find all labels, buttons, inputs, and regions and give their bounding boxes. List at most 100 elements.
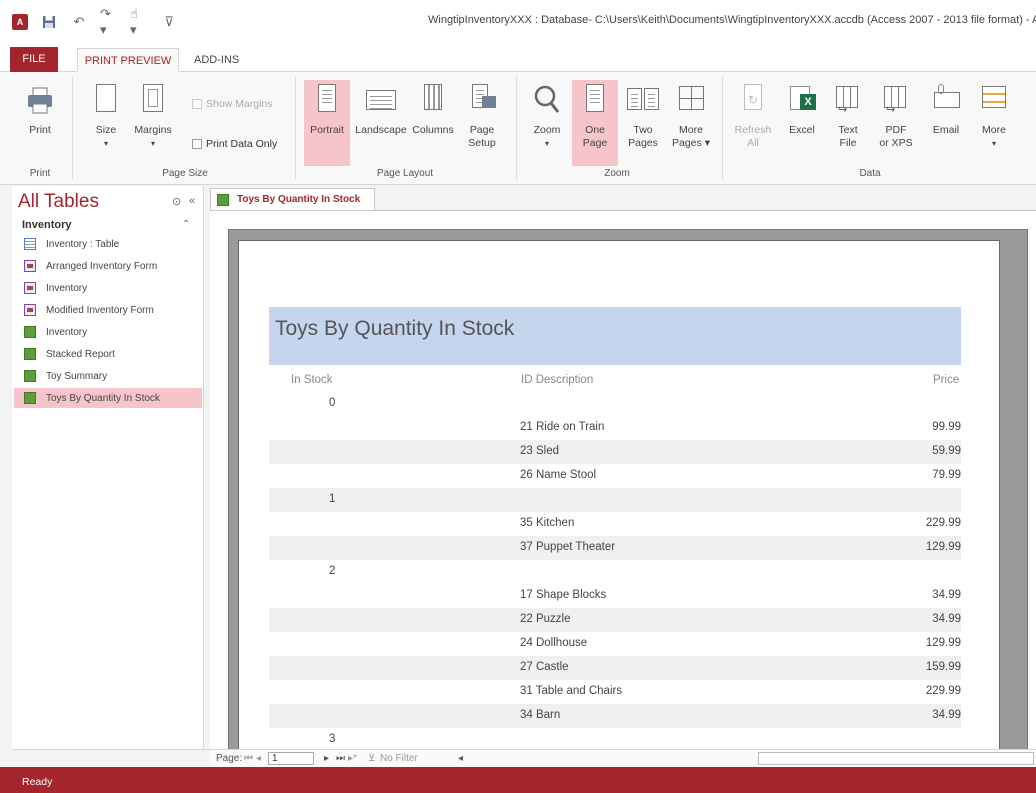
report-row: 37 Puppet Theater 129.99	[269, 536, 961, 560]
page-setup-button[interactable]: Page Setup	[460, 82, 504, 150]
one-page-icon	[581, 82, 609, 116]
column-header-id-description: ID Description	[521, 374, 594, 386]
landscape-icon	[364, 82, 398, 116]
page-size-icon	[92, 82, 120, 116]
nav-menu-icon[interactable]: ⊙	[172, 195, 181, 208]
tab-add-ins[interactable]: ADD-INS	[184, 48, 249, 72]
report-title: Toys By Quantity In Stock	[269, 307, 961, 365]
export-pdf-button[interactable]: ↪ PDF or XPS	[872, 82, 920, 150]
nav-pane-title[interactable]: All Tables	[18, 191, 99, 213]
divider	[722, 76, 723, 180]
column-header-in-stock: In Stock	[291, 374, 333, 386]
previous-page-icon[interactable]: ◂	[256, 753, 261, 764]
touch-mode-icon[interactable]: ☝ ▾	[130, 6, 148, 37]
nav-item-stacked-report[interactable]: Stacked Report	[14, 344, 202, 364]
scroll-left-icon[interactable]: ◂	[458, 753, 463, 764]
nav-item-inventory-form[interactable]: Inventory	[14, 278, 202, 298]
margins-icon	[139, 82, 167, 116]
more-export-button[interactable]: More ▾	[972, 82, 1016, 150]
page-number-input[interactable]: 1	[268, 752, 314, 765]
document-area: Toys By Quantity In Stock In Stock ID De…	[210, 210, 1036, 751]
redo-icon[interactable]: ↷ ▾	[100, 6, 118, 37]
more-pages-button[interactable]: More Pages ▾	[668, 82, 714, 150]
divider	[516, 76, 517, 180]
customize-qat-icon[interactable]: ⊽	[160, 13, 178, 31]
horizontal-scrollbar[interactable]	[758, 752, 1034, 765]
record-navigator: Page: ⏮ ◂ 1 ▸ ⏭ ▸* ⊻ No Filter ◂	[210, 749, 1036, 767]
save-icon[interactable]	[40, 13, 58, 31]
ribbon-tabs: FILE PRINT PREVIEW ADD-INS	[0, 44, 1036, 73]
nav-item-toy-summary[interactable]: Toy Summary	[14, 366, 202, 386]
print-button[interactable]: Print	[18, 82, 62, 137]
group-label-print: Print	[29, 168, 51, 179]
report-page: Toys By Quantity In Stock In Stock ID De…	[239, 241, 999, 751]
status-bar: Ready	[0, 767, 1036, 793]
export-text-file-button[interactable]: ↪ Text File	[826, 82, 870, 150]
next-page-icon[interactable]: ▸	[324, 753, 329, 764]
envelope-icon	[932, 82, 960, 116]
report-row: 22 Puzzle 34.99	[269, 608, 961, 632]
ribbon: Print Print Size ▾ Margins ▾ Show Margin…	[0, 72, 1036, 185]
report-row: 1	[269, 488, 961, 512]
window-title: WingtipInventoryXXX : Database- C:\Users…	[428, 14, 1036, 26]
group-label-data: Data	[859, 168, 881, 179]
form-icon	[24, 282, 36, 294]
document-tab[interactable]: Toys By Quantity In Stock	[210, 188, 376, 210]
zoom-button[interactable]: Zoom ▾	[526, 82, 568, 150]
report-row: 26 Name Stool 79.99	[520, 469, 961, 481]
navigation-pane: All Tables ⊙ « Inventory ⌃ Inventory : T…	[12, 186, 204, 749]
collapse-group-icon[interactable]: ⌃	[182, 219, 190, 230]
report-icon	[24, 326, 36, 338]
one-page-button[interactable]: One Page	[572, 80, 618, 166]
refresh-icon: ↻	[739, 82, 767, 116]
show-margins-checkbox[interactable]: Show Margins	[192, 98, 273, 110]
divider	[295, 76, 296, 180]
nav-item-inventory-report[interactable]: Inventory	[14, 322, 202, 342]
email-button[interactable]: Email	[924, 82, 968, 137]
first-page-icon[interactable]: ⏮	[244, 753, 253, 764]
portrait-icon	[313, 82, 341, 116]
tab-print-preview[interactable]: PRINT PREVIEW	[77, 48, 179, 72]
filter-icon: ⊻	[368, 753, 376, 764]
columns-button[interactable]: Columns	[410, 82, 456, 137]
size-button[interactable]: Size ▾	[86, 82, 126, 150]
pdf-icon: ↪	[882, 82, 910, 116]
report-row: 3	[329, 733, 336, 745]
columns-icon	[419, 82, 447, 116]
export-excel-button[interactable]: X Excel	[780, 82, 824, 137]
last-page-icon[interactable]: ⏭	[336, 753, 345, 764]
column-header-price: Price	[933, 374, 960, 386]
landscape-button[interactable]: Landscape	[352, 82, 410, 137]
nav-item-modified-inventory-form[interactable]: Modified Inventory Form	[14, 300, 202, 320]
two-pages-icon	[626, 82, 660, 116]
print-data-only-checkbox[interactable]: Print Data Only	[192, 138, 277, 150]
report-icon	[217, 193, 229, 206]
new-record-icon[interactable]: ▸*	[348, 753, 357, 764]
more-pages-icon	[677, 82, 705, 116]
undo-icon[interactable]: ↶	[70, 13, 88, 31]
preview-canvas[interactable]: Toys By Quantity In Stock In Stock ID De…	[228, 229, 1028, 751]
no-filter-label[interactable]: No Filter	[380, 753, 418, 764]
report-icon	[24, 392, 36, 404]
access-app-icon[interactable]: A	[12, 14, 28, 30]
nav-item-arranged-inventory-form[interactable]: Arranged Inventory Form	[14, 256, 202, 276]
report-row: 21 Ride on Train 99.99	[520, 421, 961, 433]
report-row: 31 Table and Chairs 229.99	[520, 685, 961, 697]
nav-item-inventory-table[interactable]: Inventory : Table	[14, 234, 202, 254]
collapse-pane-icon[interactable]: «	[189, 195, 195, 207]
report-row: 35 Kitchen 229.99	[520, 517, 961, 529]
nav-pane-footer	[12, 749, 210, 767]
group-label-page-size: Page Size	[162, 168, 208, 179]
text-file-icon: ↪	[834, 82, 862, 116]
tab-file[interactable]: FILE	[10, 47, 58, 73]
portrait-button[interactable]: Portrait	[304, 80, 350, 166]
margins-button[interactable]: Margins ▾	[130, 82, 176, 150]
report-row: 0	[329, 397, 336, 409]
nav-group-header[interactable]: Inventory	[22, 219, 72, 231]
refresh-all-button[interactable]: ↻ Refresh All	[730, 82, 776, 150]
divider	[72, 76, 73, 180]
two-pages-button[interactable]: Two Pages	[620, 82, 666, 150]
nav-item-toys-by-quantity[interactable]: Toys By Quantity In Stock	[14, 388, 202, 408]
page-label: Page:	[216, 753, 243, 764]
report-row: 24 Dollhouse 129.99	[520, 637, 961, 649]
